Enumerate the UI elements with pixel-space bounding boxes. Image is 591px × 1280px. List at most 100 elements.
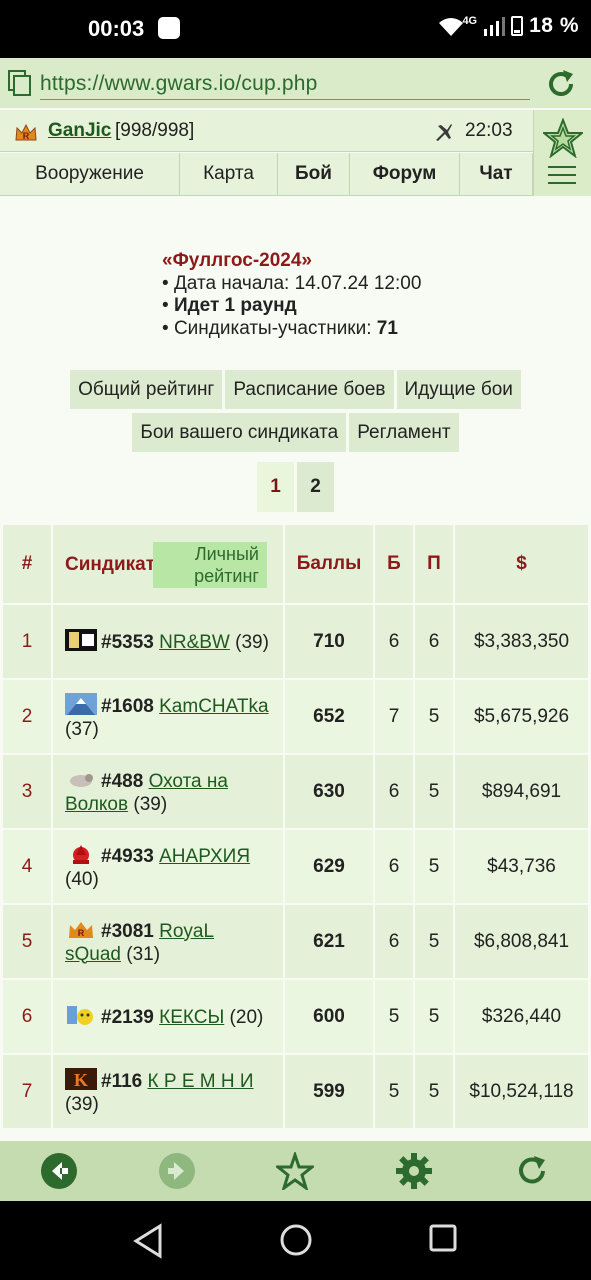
nav-home-icon[interactable] (279, 1223, 313, 1257)
nav-map[interactable]: Карта (180, 153, 278, 195)
network-type: 4G (462, 15, 478, 27)
row-b: 6 (375, 755, 413, 828)
syndicate-link[interactable]: К Р Е М Н И (148, 1071, 254, 1092)
row-p: 5 (415, 830, 453, 903)
star-icon[interactable] (543, 118, 583, 158)
col-syndicate-label: Синдикат (65, 553, 155, 575)
nav-chat[interactable]: Чат (460, 153, 533, 195)
row-points: 629 (285, 830, 373, 903)
user-bar: R GanJic [998/998] 22:03 (0, 110, 533, 152)
row-b: 6 (375, 605, 413, 678)
settings-gear-icon[interactable] (395, 1152, 433, 1190)
row-p: 5 (415, 755, 453, 828)
table-row: 2 #1608 KamCHATka (37) 652 7 5 $5,675,926 (3, 680, 588, 753)
syndicate-members: (39) (65, 1093, 99, 1115)
row-points: 621 (285, 905, 373, 978)
tabs-icon[interactable] (8, 70, 32, 96)
cup-participants: • Синдикаты-участники: 71 (162, 317, 398, 339)
row-rank: 3 (3, 755, 51, 828)
table-header: # Синдикат Личный рейтинг Баллы Б П $ (3, 525, 588, 603)
cup-buttons-row2: Бои вашего синдиката Регламент (0, 413, 591, 452)
col-b[interactable]: Б (375, 525, 413, 603)
syndicate-members: (20) (229, 1007, 264, 1028)
pagination: 1 2 (257, 462, 334, 512)
cup-start-value: 14.07.24 12:00 (294, 272, 422, 294)
syndicate-id: #5353 (101, 632, 154, 653)
nav-weapons[interactable]: Вооружение (0, 153, 180, 195)
nrbw-emblem-icon (65, 629, 97, 651)
row-points: 652 (285, 680, 373, 753)
username-link[interactable]: GanJic (48, 120, 111, 142)
wolf-emblem-icon (70, 773, 93, 787)
page-2[interactable]: 2 (297, 462, 334, 512)
server-time: 22:03 (465, 120, 513, 141)
syndicate-link[interactable]: NR&BW (159, 632, 230, 653)
row-money: $894,691 (455, 755, 588, 828)
cup-page: «Фуллгос-2024» • Дата начала: 14.07.24 1… (0, 198, 591, 1140)
reload-icon[interactable] (543, 66, 579, 102)
row-rank: 4 (3, 830, 51, 903)
col-money[interactable]: $ (455, 525, 588, 603)
row-b: 6 (375, 905, 413, 978)
nav-forum[interactable]: Форум (350, 153, 460, 195)
row-points: 600 (285, 980, 373, 1053)
row-p: 5 (415, 680, 453, 753)
favorites-panel (533, 110, 591, 196)
personal-rating-button[interactable]: Личный рейтинг (153, 542, 267, 588)
crown-emblem-icon: R (69, 921, 93, 938)
row-syndicate: K #116 К Р Е М Н И (39) (53, 1055, 283, 1128)
row-b: 7 (375, 680, 413, 753)
row-p: 5 (415, 980, 453, 1053)
menu-icon[interactable] (548, 165, 576, 185)
row-b: 5 (375, 980, 413, 1053)
schedule-button[interactable]: Расписание боев (225, 370, 394, 409)
col-p[interactable]: П (415, 525, 453, 603)
battery-icon (511, 16, 524, 36)
syndicate-members: (39) (133, 793, 168, 815)
android-nav-bar (0, 1201, 591, 1280)
row-b: 6 (375, 830, 413, 903)
cup-round: • Идет 1 раунд (162, 295, 297, 316)
overall-rating-button[interactable]: Общий рейтинг (70, 370, 223, 409)
cup-round-text: Идет 1 раунд (173, 295, 297, 316)
rules-button[interactable]: Регламент (349, 413, 459, 452)
row-rank: 2 (3, 680, 51, 753)
row-points: 710 (285, 605, 373, 678)
syndicate-link[interactable]: АНАРХИЯ (159, 846, 250, 867)
url-field[interactable]: https://www.gwars.io/cup.php (40, 72, 530, 100)
svg-text:R: R (23, 131, 30, 141)
syndicate-link[interactable]: КЕКСЫ (159, 1007, 224, 1028)
row-money: $3,383,350 (455, 605, 588, 678)
svg-text:R: R (78, 928, 85, 938)
syndicate-id: #3081 (101, 920, 154, 942)
hp-value: [998/998] (115, 120, 195, 141)
wifi-icon (439, 18, 464, 36)
page-1[interactable]: 1 (257, 462, 294, 512)
refresh-icon[interactable] (513, 1152, 551, 1190)
syndicate-link[interactable]: KamCHATka (159, 696, 268, 717)
browser-url-bar: https://www.gwars.io/cup.php (0, 58, 591, 108)
nav-back-icon[interactable] (132, 1223, 164, 1259)
row-syndicate: #4933 АНАРХИЯ (40) (53, 830, 283, 903)
k-emblem-icon: K (65, 1067, 97, 1090)
col-syndicate: Синдикат Личный рейтинг (53, 525, 283, 603)
syndicate-id: #4933 (101, 845, 154, 867)
bookmark-star-icon[interactable] (276, 1152, 314, 1190)
nav-battle[interactable]: Бой (278, 153, 350, 195)
nav-recents-icon[interactable] (428, 1223, 458, 1253)
row-b: 5 (375, 1055, 413, 1128)
ongoing-battles-button[interactable]: Идущие бои (396, 370, 521, 409)
row-money: $10,524,118 (455, 1055, 588, 1128)
plane-icon (436, 124, 452, 141)
svg-text:K: K (74, 1070, 88, 1090)
syndicate-id: #2139 (101, 1007, 154, 1028)
col-num: # (3, 525, 51, 603)
back-icon[interactable] (40, 1152, 78, 1190)
row-money: $43,736 (455, 830, 588, 903)
your-syndicate-battles-button[interactable]: Бои вашего синдиката (132, 413, 347, 452)
col-points[interactable]: Баллы (285, 525, 373, 603)
forward-icon[interactable] (158, 1152, 196, 1190)
row-rank: 6 (3, 980, 51, 1053)
browser-toolbar (0, 1141, 591, 1201)
row-rank: 5 (3, 905, 51, 978)
